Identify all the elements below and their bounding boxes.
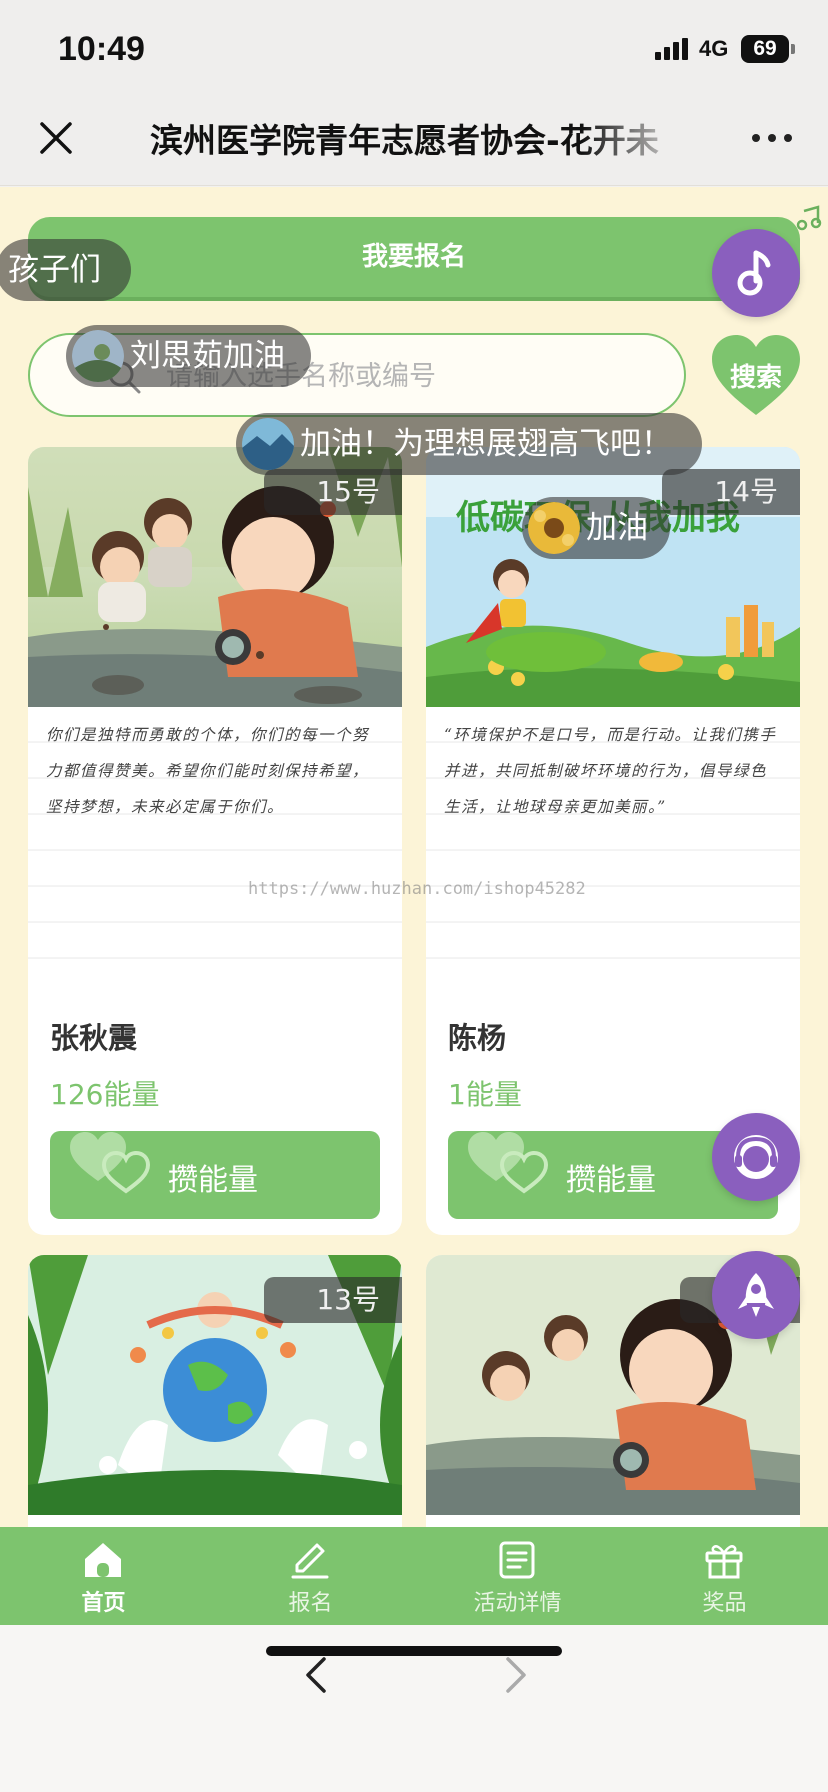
back-arrow-icon[interactable] — [296, 1653, 336, 1697]
more-icon[interactable] — [752, 132, 792, 144]
customer-service-button[interactable] — [712, 1113, 800, 1201]
tab-signup[interactable]: 报名 — [207, 1527, 414, 1625]
tab-event-details[interactable]: 活动详情 — [414, 1527, 621, 1625]
battery-cap — [791, 44, 795, 54]
browser-title-bar: 滨州医学院青年志愿者协会-花开未 — [0, 96, 828, 186]
vote-button-label: 攒能量 — [168, 1163, 258, 1198]
close-icon[interactable] — [36, 118, 76, 158]
tab-home[interactable]: 首页 — [0, 1527, 207, 1625]
search-button[interactable]: 搜索 — [710, 333, 802, 417]
energy-count: 126能量 — [50, 1078, 160, 1111]
vote-button[interactable]: 攒能量 — [50, 1131, 380, 1219]
danmaku-bubble: 孩子们 — [0, 239, 131, 301]
danmaku-bubble: 刘思茹加油 — [66, 325, 311, 387]
tab-label: 首页 — [81, 1591, 126, 1616]
hearts-icon — [70, 1132, 151, 1194]
contestant-card[interactable]: 15号 你们是独特而勇敢的个体，你们的每一个努力都值得赞美。希望你们能时刻保持希… — [28, 447, 402, 1235]
page-title: 滨州医学院青年志愿者协会-花开未 — [150, 121, 659, 160]
avatar — [528, 502, 580, 554]
contestant-name: 陈杨 — [448, 1021, 507, 1055]
tab-label: 奖品 — [702, 1591, 747, 1616]
status-bar: 10:49 4G 69 — [0, 0, 828, 96]
contestant-card[interactable]: 13号 — [28, 1255, 402, 1527]
avatar — [72, 330, 124, 382]
back-to-top-button[interactable] — [712, 1251, 800, 1339]
avatar — [242, 418, 294, 470]
tab-prizes[interactable]: 奖品 — [621, 1527, 828, 1625]
network-type: 4G — [699, 36, 729, 61]
gift-icon — [705, 1545, 743, 1579]
bottom-tab-bar: 首页 报名 活动详情 奖品 — [0, 1527, 828, 1625]
contestant-number: 13号 — [264, 1277, 402, 1323]
floating-note-icon — [796, 205, 822, 231]
signal-icon — [655, 38, 689, 60]
music-button[interactable] — [712, 229, 800, 317]
tab-label: 报名 — [288, 1591, 333, 1616]
hearts-icon — [468, 1132, 549, 1194]
music-note-icon — [737, 250, 771, 296]
energy-count: 1能量 — [448, 1078, 522, 1111]
search-button-label: 搜索 — [729, 363, 782, 393]
contestant-number: 15号 — [264, 469, 402, 515]
document-icon — [499, 1541, 535, 1579]
watermark-text: https://www.huzhan.com/ishop45282 — [248, 879, 586, 899]
signup-button[interactable]: 我要报名 — [28, 217, 800, 297]
contestant-message: 你们是独特而勇敢的个体，你们的每一个努力都值得赞美。希望你们能时刻保持希望，坚持… — [28, 707, 402, 965]
home-icon — [85, 1543, 121, 1577]
danmaku-bubble: 加油！为理想展翅高飞吧！ — [236, 413, 702, 475]
home-indicator — [266, 1646, 562, 1656]
rocket-icon — [738, 1273, 774, 1317]
contestant-message: “环境保护不是口号，而是行动。让我们携手并进，共同抵制破坏环境的行为，倡导绿色生… — [426, 707, 800, 965]
forward-arrow-icon[interactable] — [496, 1653, 536, 1697]
main-content[interactable]: 我要报名 搜索 — [0, 187, 828, 1527]
vote-button-label: 攒能量 — [566, 1163, 656, 1198]
contestant-number: 14号 — [662, 469, 800, 515]
status-time: 10:49 — [58, 30, 145, 68]
danmaku-bubble: 加油 — [522, 497, 670, 559]
battery-icon: 69 — [741, 35, 789, 63]
contestant-name: 张秋震 — [50, 1021, 138, 1055]
headset-icon — [734, 1135, 778, 1179]
pencil-icon — [291, 1543, 329, 1579]
tab-label: 活动详情 — [473, 1591, 562, 1616]
